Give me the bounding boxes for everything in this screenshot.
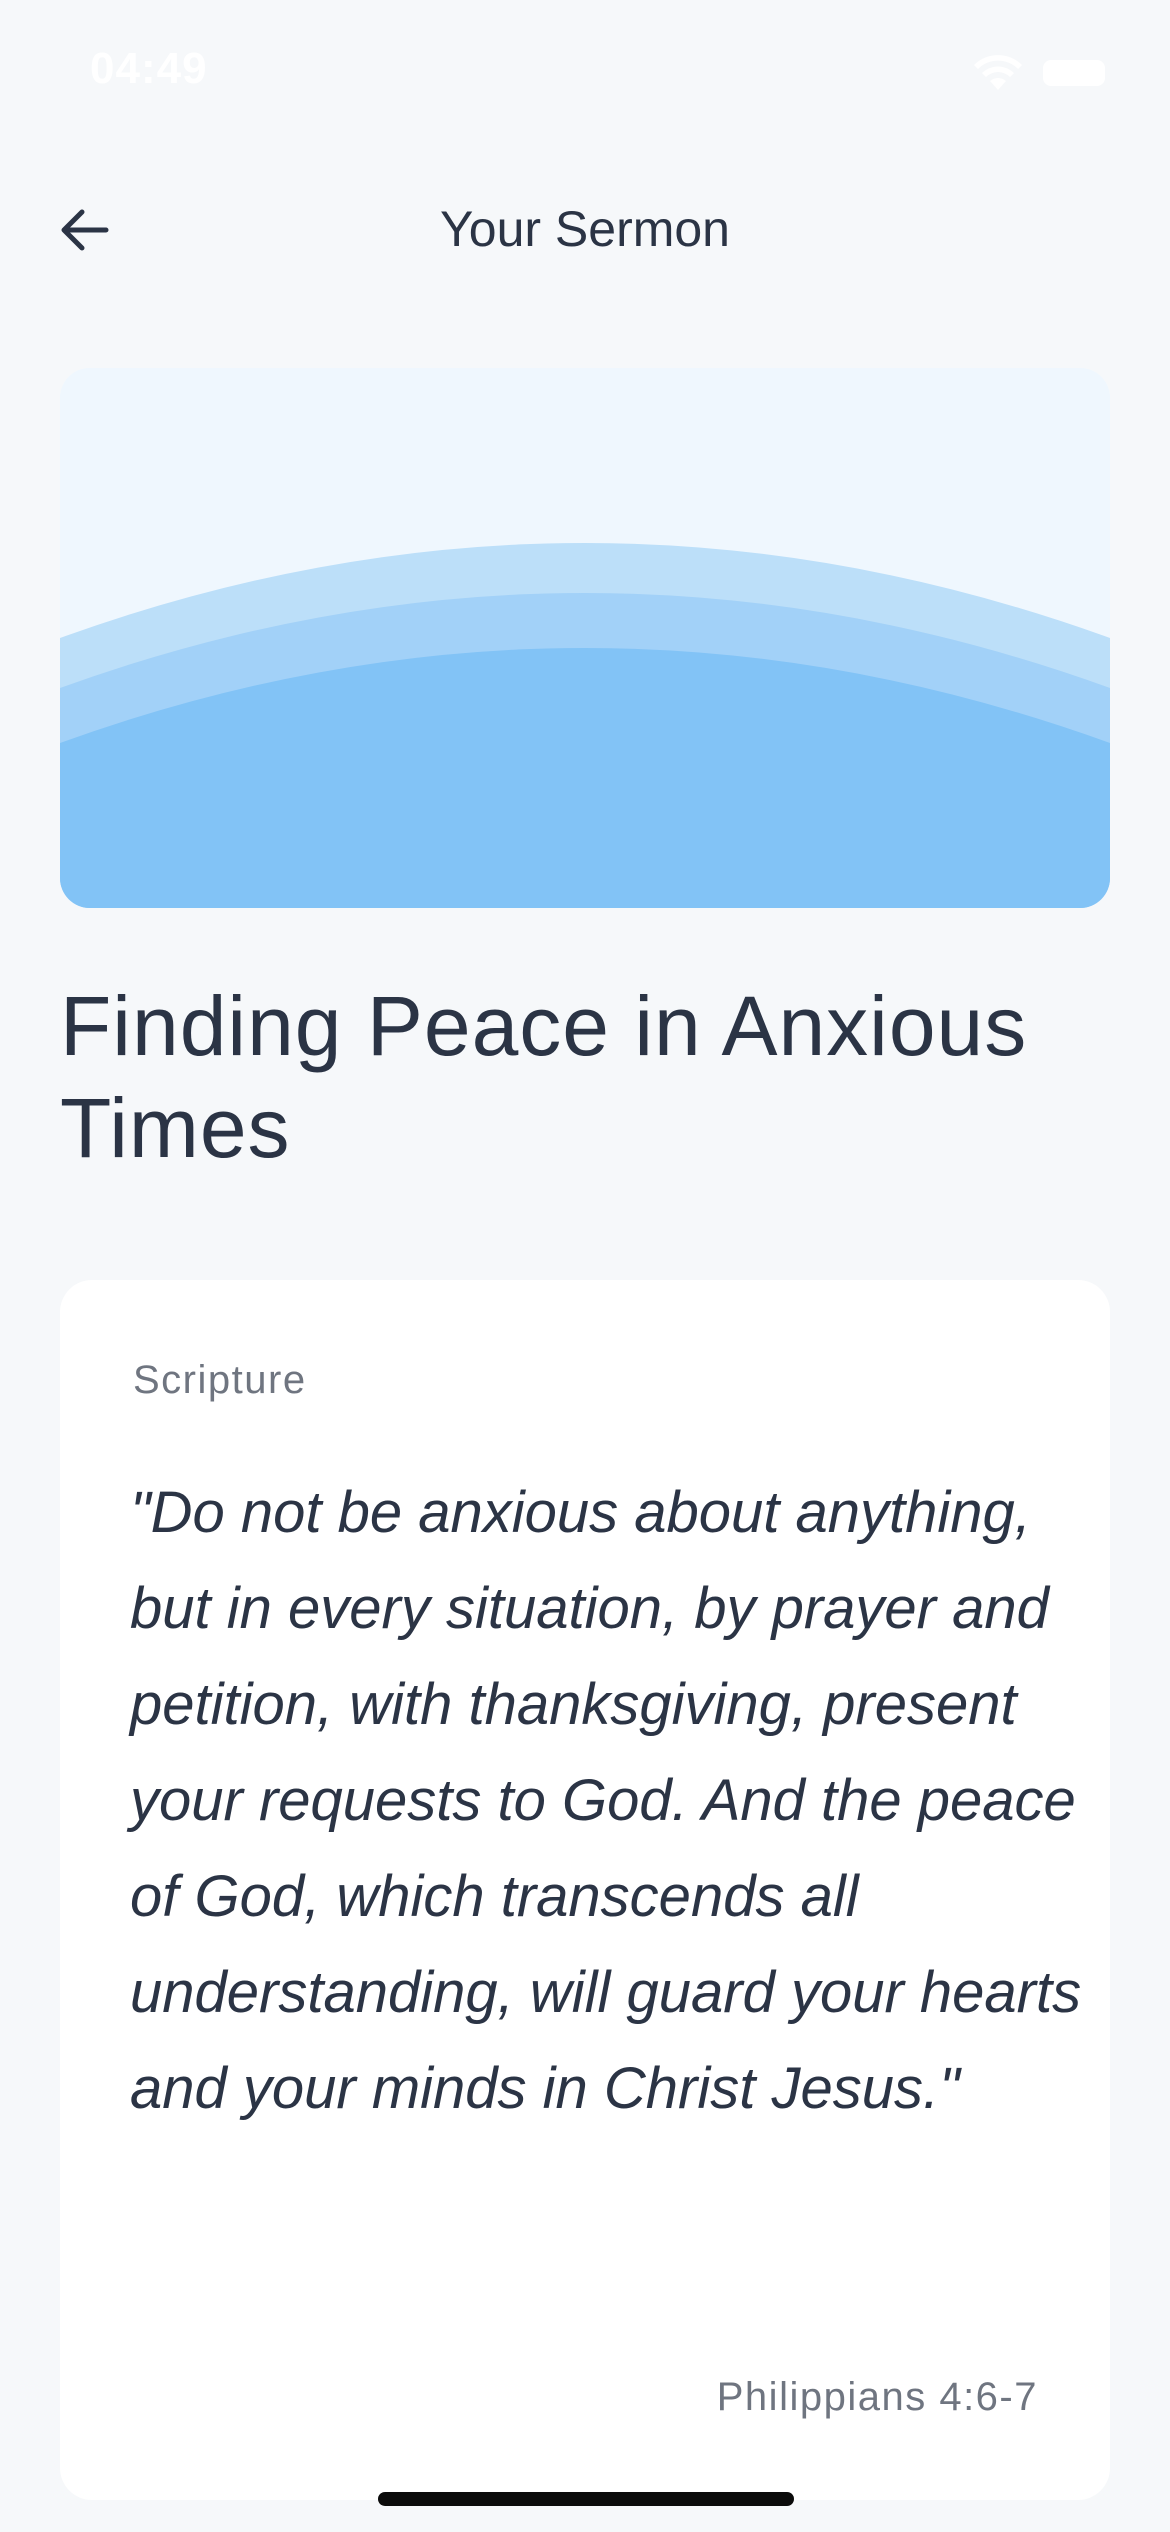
status-bar: 04:49 [0,0,1170,140]
hero-banner [60,368,1110,908]
battery-icon [1043,60,1105,86]
scripture-label: Scripture [133,1358,307,1402]
home-indicator[interactable] [378,2492,794,2506]
hero-waves-graphic [60,368,1110,908]
wifi-icon [974,55,1022,90]
scripture-text: "Do not be anxious about anything, but i… [130,1480,1082,2121]
status-time: 04:49 [90,44,208,93]
top-nav: Your Sermon [0,170,1170,280]
page-title: Your Sermon [440,201,730,257]
scripture-reference: Philippians 4:6-7 [716,2375,1038,2419]
sermon-title: Finding Peace in Anxious Times [60,979,1028,1175]
scripture-card: Scripture "Do not be anxious about anyth… [60,1280,1110,2500]
